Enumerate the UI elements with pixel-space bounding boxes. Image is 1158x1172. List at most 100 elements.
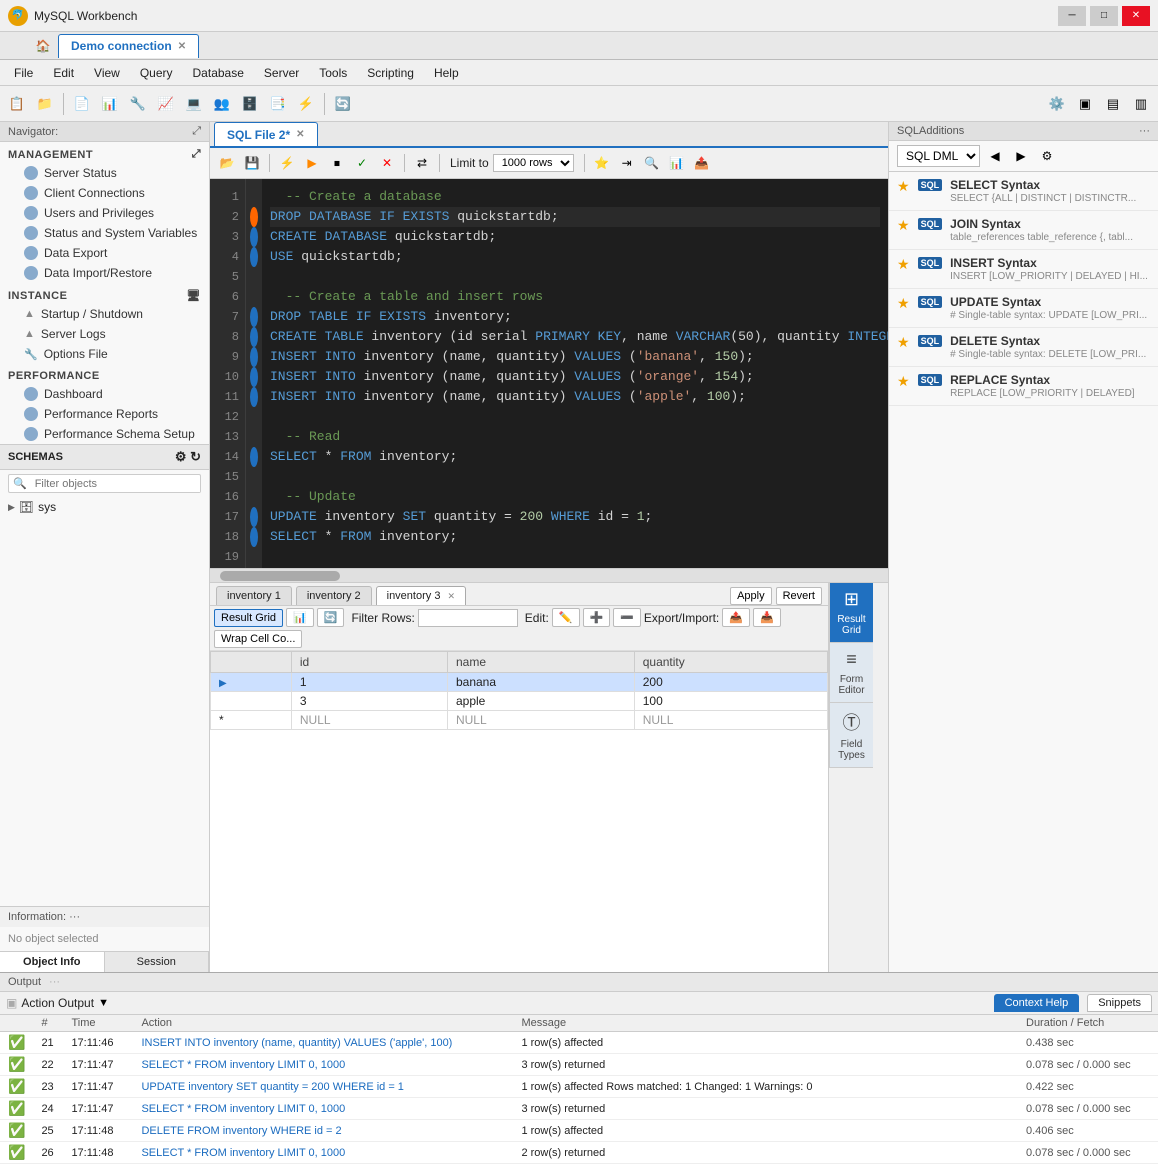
side-result-grid-btn[interactable]: ⊞ Result Grid bbox=[829, 583, 873, 643]
schemas-actions[interactable]: ⚙ ↻ bbox=[175, 449, 201, 465]
tab-object-info[interactable]: Object Info bbox=[0, 952, 105, 972]
sql-file-tab[interactable]: SQL File 2* ✕ bbox=[214, 122, 318, 146]
editor-hscroll[interactable] bbox=[210, 568, 888, 582]
management-expand[interactable]: ⤢ bbox=[192, 148, 201, 161]
menu-scripting[interactable]: Scripting bbox=[357, 64, 424, 82]
sql-add-prev-btn[interactable]: ◀ bbox=[984, 145, 1006, 167]
demo-connection-tab[interactable]: Demo connection ✕ bbox=[58, 34, 199, 58]
nav-options-file[interactable]: 🔧 Options File bbox=[0, 344, 209, 364]
menu-query[interactable]: Query bbox=[130, 64, 183, 82]
col-header-id[interactable]: id bbox=[291, 652, 447, 673]
col-header-name[interactable]: name bbox=[447, 652, 634, 673]
nav-performance-schema[interactable]: Performance Schema Setup bbox=[0, 424, 209, 444]
nav-data-export[interactable]: Data Export bbox=[0, 243, 209, 263]
out-cell-action[interactable]: SELECT * FROM inventory LIMIT 0, 1000 bbox=[133, 1054, 513, 1076]
tab-session[interactable]: Session bbox=[105, 952, 210, 972]
limit-dropdown[interactable]: 1000 rows 500 rows 200 rows bbox=[493, 154, 574, 172]
toolbar-performance[interactable]: 📈 bbox=[153, 91, 179, 117]
toolbar-refresh[interactable]: 🔄 bbox=[330, 91, 356, 117]
action-link[interactable]: DELETE FROM inventory WHERE id = 2 bbox=[141, 1125, 341, 1137]
toolbar-layout2[interactable]: ▤ bbox=[1100, 91, 1126, 117]
close-button[interactable]: ✕ bbox=[1122, 6, 1150, 26]
table-row[interactable]: 3 apple 100 bbox=[211, 692, 828, 711]
result-tab-2[interactable]: inventory 2 bbox=[296, 586, 372, 605]
ed-export-btn[interactable]: 📤 bbox=[691, 152, 713, 174]
sql-additions-expand[interactable]: ··· bbox=[1139, 125, 1150, 137]
toolbar-layout1[interactable]: ▣ bbox=[1072, 91, 1098, 117]
wrap-cell-btn[interactable]: Wrap Cell Co... bbox=[214, 630, 302, 648]
edit-row-btn[interactable]: ✏️ bbox=[552, 608, 580, 627]
sql-file-tab-close[interactable]: ✕ bbox=[296, 129, 304, 140]
cell-quantity[interactable]: 200 bbox=[634, 673, 827, 692]
result-grid-btn[interactable]: Result Grid bbox=[214, 609, 283, 627]
nav-startup-shutdown[interactable]: ▲ Startup / Shutdown bbox=[0, 304, 209, 324]
action-output-dropdown[interactable]: ▼ bbox=[98, 997, 109, 1009]
toolbar-open[interactable]: 📁 bbox=[32, 91, 58, 117]
ed-run-line-btn[interactable]: ▶ bbox=[301, 152, 323, 174]
cell-name[interactable]: apple bbox=[447, 692, 634, 711]
table-row-null[interactable]: * NULL NULL NULL bbox=[211, 711, 828, 730]
action-link[interactable]: SELECT * FROM inventory LIMIT 0, 1000 bbox=[141, 1103, 345, 1115]
demo-tab-close[interactable]: ✕ bbox=[178, 41, 186, 52]
cell-qty-null[interactable]: NULL bbox=[634, 711, 827, 730]
editor-hscroll-thumb[interactable] bbox=[220, 571, 340, 581]
menu-server[interactable]: Server bbox=[254, 64, 309, 82]
ed-toggle-btn[interactable]: ⇄ bbox=[411, 152, 433, 174]
delete-row-btn[interactable]: ➖ bbox=[613, 608, 641, 627]
toolbar-layout3[interactable]: ▥ bbox=[1128, 91, 1154, 117]
result-refresh-btn[interactable]: 🔄 bbox=[317, 608, 345, 627]
side-form-editor-btn[interactable]: ≡ Form Editor bbox=[829, 643, 873, 703]
sql-item-insert[interactable]: ★ SQL INSERT Syntax INSERT [LOW_PRIORITY… bbox=[889, 250, 1158, 289]
cell-quantity[interactable]: 100 bbox=[634, 692, 827, 711]
nav-client-connections[interactable]: Client Connections bbox=[0, 183, 209, 203]
navigator-expand-icon[interactable]: ⤢ bbox=[192, 125, 201, 138]
action-link[interactable]: UPDATE inventory SET quantity = 200 WHER… bbox=[141, 1081, 404, 1093]
out-cell-action[interactable]: SELECT * FROM inventory LIMIT 0, 1000 bbox=[133, 1098, 513, 1120]
sql-item-update[interactable]: ★ SQL UPDATE Syntax # Single-table synta… bbox=[889, 289, 1158, 328]
ed-visual-btn[interactable]: 📊 bbox=[666, 152, 688, 174]
maximize-button[interactable]: □ bbox=[1090, 6, 1118, 26]
cell-id-null[interactable]: NULL bbox=[291, 711, 447, 730]
toolbar-users[interactable]: 👥 bbox=[209, 91, 235, 117]
code-area[interactable]: -- Create a database DROP DATABASE IF EX… bbox=[262, 179, 888, 568]
schema-filter-input[interactable] bbox=[31, 476, 200, 492]
nav-data-import[interactable]: Data Import/Restore bbox=[0, 263, 209, 283]
action-link[interactable]: INSERT INTO inventory (name, quantity) V… bbox=[141, 1037, 452, 1049]
revert-btn[interactable]: Revert bbox=[776, 587, 822, 605]
filter-rows-input[interactable] bbox=[418, 609, 518, 627]
nav-performance-reports[interactable]: Performance Reports bbox=[0, 404, 209, 424]
sql-editor[interactable]: 12345 678910 1112131415 1617181920 2122 bbox=[210, 179, 888, 568]
cell-id[interactable]: 3 bbox=[291, 692, 447, 711]
ed-run-btn[interactable]: ⚡ bbox=[276, 152, 298, 174]
add-row-btn[interactable]: ➕ bbox=[583, 608, 611, 627]
menu-view[interactable]: View bbox=[84, 64, 130, 82]
action-link[interactable]: SELECT * FROM inventory LIMIT 0, 1000 bbox=[141, 1059, 345, 1071]
schema-filter[interactable]: 🔍 bbox=[8, 474, 201, 493]
col-header-quantity[interactable]: quantity bbox=[634, 652, 827, 673]
nav-server-logs[interactable]: ▲ Server Logs bbox=[0, 324, 209, 344]
output-tab-context-help[interactable]: Context Help bbox=[994, 994, 1080, 1012]
toolbar-settings[interactable]: ⚙️ bbox=[1044, 91, 1070, 117]
out-cell-action[interactable]: INSERT INTO inventory (name, quantity) V… bbox=[133, 1032, 513, 1054]
cell-name-null[interactable]: NULL bbox=[447, 711, 634, 730]
result-tab-3-close[interactable]: ✕ bbox=[448, 591, 456, 601]
ed-commit-btn[interactable]: ✓ bbox=[351, 152, 373, 174]
side-field-types-btn[interactable]: Ⓣ Field Types bbox=[829, 703, 873, 768]
sql-item-replace[interactable]: ★ SQL REPLACE Syntax REPLACE [LOW_PRIORI… bbox=[889, 367, 1158, 406]
result-tab-1[interactable]: inventory 1 bbox=[216, 586, 292, 605]
apply-btn[interactable]: Apply bbox=[730, 587, 772, 605]
action-link[interactable]: SELECT * FROM inventory LIMIT 0, 1000 bbox=[141, 1147, 345, 1159]
ed-indent-btn[interactable]: ⇥ bbox=[616, 152, 638, 174]
home-button[interactable]: 🏠 bbox=[30, 33, 56, 59]
menu-edit[interactable]: Edit bbox=[43, 64, 84, 82]
export-btn[interactable]: 📤 bbox=[722, 608, 750, 627]
ed-stop-btn[interactable]: ⏹ bbox=[326, 152, 348, 174]
toolbar-extra1[interactable]: 📑 bbox=[265, 91, 291, 117]
result-tab-3[interactable]: inventory 3 ✕ bbox=[376, 586, 466, 605]
sql-add-next-btn[interactable]: ▶ bbox=[1010, 145, 1032, 167]
out-cell-action[interactable]: SELECT * FROM inventory LIMIT 0, 1000 bbox=[133, 1142, 513, 1164]
toolbar-extra2[interactable]: ⚡ bbox=[293, 91, 319, 117]
ed-format-btn[interactable]: ⭐ bbox=[591, 152, 613, 174]
minimize-button[interactable]: ─ bbox=[1058, 6, 1086, 26]
out-cell-action[interactable]: DELETE FROM inventory WHERE id = 2 bbox=[133, 1120, 513, 1142]
